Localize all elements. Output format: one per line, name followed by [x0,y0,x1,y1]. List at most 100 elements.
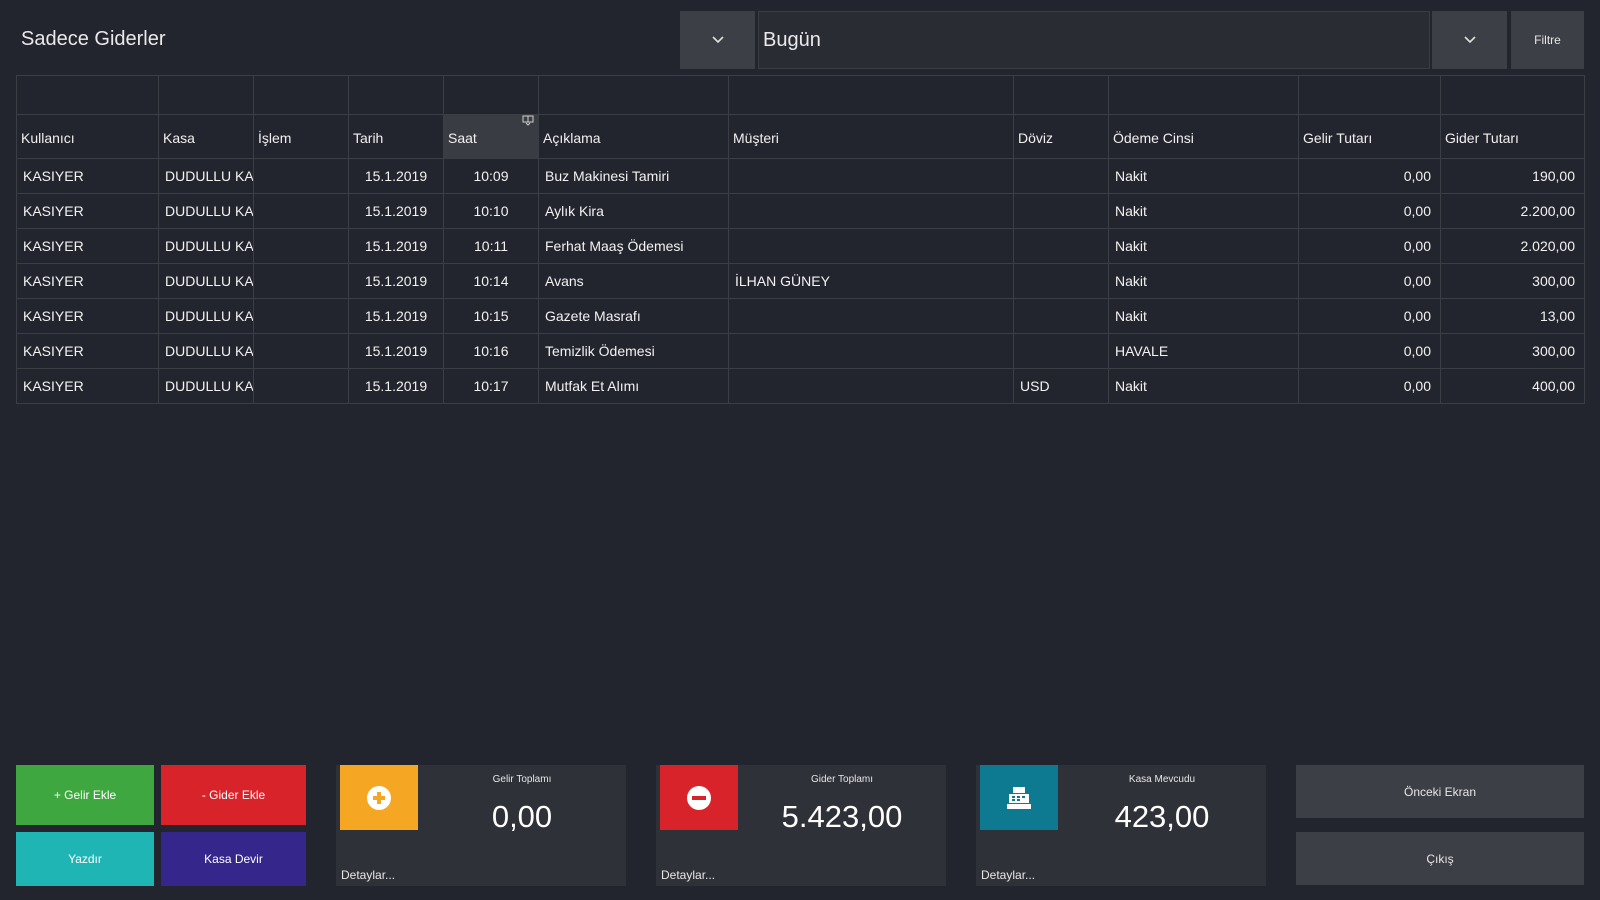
income-total-label: Gelir Toplamı [492,774,552,785]
cash-balance-card: Kasa Mevcudu 423,00 Detaylar... [976,765,1266,886]
cell-expense: 400,00 [1440,368,1585,404]
cell-cash: DUDULLU KASA [158,263,254,299]
cell-customer [728,193,1014,229]
filter-cell-description[interactable] [538,75,729,115]
table-row[interactable]: KASIYERDUDULLU KASA 15.1.201910:10Aylık K… [16,193,1585,229]
date-filter-field[interactable]: Bugün [758,11,1430,69]
cell-payment-type: Nakit [1108,158,1299,194]
income-details-link[interactable]: Detaylar... [341,868,395,882]
date-filter-dropdown-button[interactable] [1432,11,1507,69]
filter-cell-operation[interactable] [253,75,349,115]
cell-description: Mutfak Et Alımı [538,368,729,404]
cell-date: 15.1.2019 [348,228,444,264]
filter-cell-date[interactable] [348,75,444,115]
cell-time: 10:16 [443,333,539,369]
filter-cell-payment-type[interactable] [1108,75,1299,115]
table-row[interactable]: KASIYERDUDULLU KASA 15.1.201910:09Buz Mak… [16,158,1585,194]
cell-time: 10:14 [443,263,539,299]
cell-date: 15.1.2019 [348,263,444,299]
cell-cash: DUDULLU KASA [158,298,254,334]
cell-currency [1013,158,1109,194]
cell-time: 10:09 [443,158,539,194]
cell-payment-type: HAVALE [1108,333,1299,369]
column-chooser-icon[interactable] [522,115,534,126]
column-filter-row [16,75,1585,115]
cell-user: KASIYER [16,298,159,334]
cell-cash: DUDULLU KASA [158,368,254,404]
table-row[interactable]: KASIYERDUDULLU KASA 15.1.201910:14AvansİL… [16,263,1585,299]
income-total-value: 0,00 [491,799,553,834]
col-header-expense[interactable]: Gider Tutarı [1440,114,1585,159]
cell-description: Avans [538,263,729,299]
cell-time: 10:15 [443,298,539,334]
type-filter-value: Sadece Giderler [21,28,166,50]
cell-income: 0,00 [1298,368,1441,404]
expense-icon-tile [660,765,738,830]
cell-expense: 2.020,00 [1440,228,1585,264]
income-total-card: Gelir Toplamı 0,00 Detaylar... [336,765,626,886]
table-row[interactable]: KASIYERDUDULLU KASA 15.1.201910:16Temizli… [16,333,1585,369]
filter-cell-customer[interactable] [728,75,1014,115]
filter-button[interactable]: Filtre [1511,11,1584,69]
cell-income: 0,00 [1298,193,1441,229]
cell-user: KASIYER [16,333,159,369]
table-row[interactable]: KASIYERDUDULLU KASA 15.1.201910:17Mutfak … [16,368,1585,404]
table-row[interactable]: KASIYERDUDULLU KASA 15.1.201910:11Ferhat … [16,228,1585,264]
filter-cell-cash[interactable] [158,75,254,115]
cell-cash: DUDULLU KASA [158,228,254,264]
filter-cell-income[interactable] [1298,75,1441,115]
col-header-date[interactable]: Tarih [348,114,444,159]
cash-icon-tile [980,765,1058,830]
cell-cash: DUDULLU KASA [158,333,254,369]
table-row[interactable]: KASIYERDUDULLU KASA 15.1.201910:15Gazete … [16,298,1585,334]
cell-operation [253,158,349,194]
plus-circle-icon [367,785,391,810]
filter-cell-currency[interactable] [1013,75,1109,115]
cell-cash: DUDULLU KASA [158,158,254,194]
cell-customer [728,158,1014,194]
filter-cell-time[interactable] [443,75,539,115]
cell-operation [253,263,349,299]
expense-total-label: Gider Toplamı [810,774,874,785]
cell-user: KASIYER [16,228,159,264]
cell-operation [253,368,349,404]
cash-details-link[interactable]: Detaylar... [981,868,1035,882]
cell-currency [1013,228,1109,264]
col-header-cash[interactable]: Kasa [158,114,254,159]
cash-register-icon [1007,786,1031,809]
col-header-operation[interactable]: İşlem [253,114,349,159]
cash-transfer-button[interactable]: Kasa Devir [161,832,306,886]
exit-button[interactable]: Çıkış [1296,832,1584,885]
print-button[interactable]: Yazdır [16,832,154,886]
cash-balance-value: 423,00 [1114,799,1210,834]
previous-screen-button[interactable]: Önceki Ekran [1296,765,1584,818]
column-header-row: Kullanıcı Kasa İşlem Tarih Saat Açıklama… [16,114,1585,159]
cell-currency [1013,263,1109,299]
col-header-currency[interactable]: Döviz [1013,114,1109,159]
transactions-grid: Kullanıcı Kasa İşlem Tarih Saat Açıklama… [16,75,1585,404]
col-header-description[interactable]: Açıklama [538,114,729,159]
cell-time: 10:17 [443,368,539,404]
col-header-income[interactable]: Gelir Tutarı [1298,114,1441,159]
chevron-down-icon [1463,36,1476,44]
cell-customer [728,298,1014,334]
cell-customer [728,333,1014,369]
cell-date: 15.1.2019 [348,158,444,194]
col-header-customer[interactable]: Müşteri [728,114,1014,159]
add-expense-button[interactable]: - Gider Ekle [161,765,306,825]
col-header-time[interactable]: Saat [443,114,539,159]
cell-date: 15.1.2019 [348,368,444,404]
col-header-user[interactable]: Kullanıcı [16,114,159,159]
add-income-button[interactable]: + Gelir Ekle [16,765,154,825]
income-icon-tile [340,765,418,830]
filter-cell-user[interactable] [16,75,159,115]
cell-payment-type: Nakit [1108,193,1299,229]
cell-customer [728,368,1014,404]
cell-description: Aylık Kira [538,193,729,229]
type-filter-dropdown-button[interactable] [680,11,755,69]
cell-payment-type: Nakit [1108,228,1299,264]
filter-cell-expense[interactable] [1440,75,1585,115]
expense-details-link[interactable]: Detaylar... [661,868,715,882]
cell-income: 0,00 [1298,298,1441,334]
col-header-payment-type[interactable]: Ödeme Cinsi [1108,114,1299,159]
